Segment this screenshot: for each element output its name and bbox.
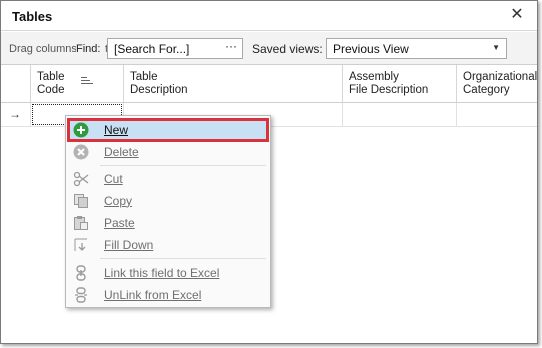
unlink-excel-icon	[75, 287, 87, 303]
sort-icon[interactable]	[81, 77, 95, 89]
menu-item-label: Copy	[104, 194, 133, 208]
menu-item-label: Paste	[104, 216, 135, 230]
close-icon[interactable]: ✕	[509, 7, 525, 23]
menu-item-cut[interactable]: Cut	[68, 168, 268, 190]
copy-icon	[74, 194, 88, 208]
delete-icon	[73, 144, 89, 160]
column-header-label: Table	[37, 71, 65, 83]
row-indicator-header	[1, 65, 31, 103]
menu-item-fill-down[interactable]: Fill Down	[68, 234, 268, 256]
column-header-label: Organizational	[463, 71, 538, 83]
organizational-category-cell[interactable]	[457, 103, 539, 127]
menu-item-new[interactable]: New	[67, 118, 269, 142]
scissors-icon	[73, 171, 89, 187]
column-header-label: Assembly	[349, 71, 399, 83]
menu-item-label: Cut	[104, 172, 123, 186]
menu-item-paste[interactable]: Paste	[68, 212, 268, 234]
plus-icon	[73, 122, 89, 138]
paste-icon	[74, 216, 88, 230]
column-header-label: File Description	[349, 84, 429, 96]
column-header-label: Category	[463, 84, 510, 96]
menu-item-label: Fill Down	[104, 238, 154, 252]
menu-item-label: UnLink from Excel	[104, 288, 202, 302]
menu-separator	[100, 258, 266, 259]
menu-item-copy[interactable]: Copy	[68, 190, 268, 212]
menu-item-label: New	[104, 123, 129, 137]
column-header-organizational-category[interactable]: Organizational Category	[457, 65, 539, 103]
column-header-label: Description	[130, 84, 188, 96]
search-input-value: [Search For...]	[114, 42, 190, 56]
chevron-down-icon[interactable]: ▼	[492, 43, 500, 52]
saved-views-value: Previous View	[333, 42, 409, 56]
column-header-label: Table	[130, 71, 158, 83]
column-header-label: Code	[37, 84, 65, 96]
context-menu: New Delete Cut Copy Paste Fill Down Link…	[65, 115, 271, 308]
grid-header: Table Code Table Description Assembly Fi…	[1, 65, 537, 103]
column-header-assembly-file-description[interactable]: Assembly File Description	[343, 65, 457, 103]
column-header-table-description[interactable]: Table Description	[124, 65, 343, 103]
column-header-table-code[interactable]: Table Code	[31, 65, 124, 103]
menu-item-label: Link this field to Excel	[104, 266, 220, 280]
grid-toolbar: Drag columns here t Find: [Search For...…	[1, 32, 537, 65]
saved-views-dropdown[interactable]: Previous View ▼	[326, 38, 507, 59]
arrow-right-icon: →	[9, 107, 21, 121]
row-indicator-cell: →	[1, 103, 31, 127]
find-label: Find:	[76, 43, 103, 55]
menu-item-label: Delete	[104, 145, 139, 159]
dialog-title: Tables	[12, 9, 53, 24]
assembly-file-description-cell[interactable]	[343, 103, 457, 127]
title-bar: Tables ✕	[1, 1, 537, 31]
menu-separator	[100, 165, 266, 166]
menu-item-delete[interactable]: Delete	[68, 141, 268, 163]
search-input[interactable]: [Search For...] ···	[107, 38, 243, 59]
search-options-button[interactable]: ···	[220, 39, 242, 58]
fill-down-icon	[74, 238, 87, 251]
saved-views-label: Saved views:	[252, 42, 323, 56]
link-excel-icon	[76, 265, 86, 281]
menu-item-unlink-excel[interactable]: UnLink from Excel	[68, 284, 268, 306]
menu-item-link-excel[interactable]: Link this field to Excel	[68, 262, 268, 284]
